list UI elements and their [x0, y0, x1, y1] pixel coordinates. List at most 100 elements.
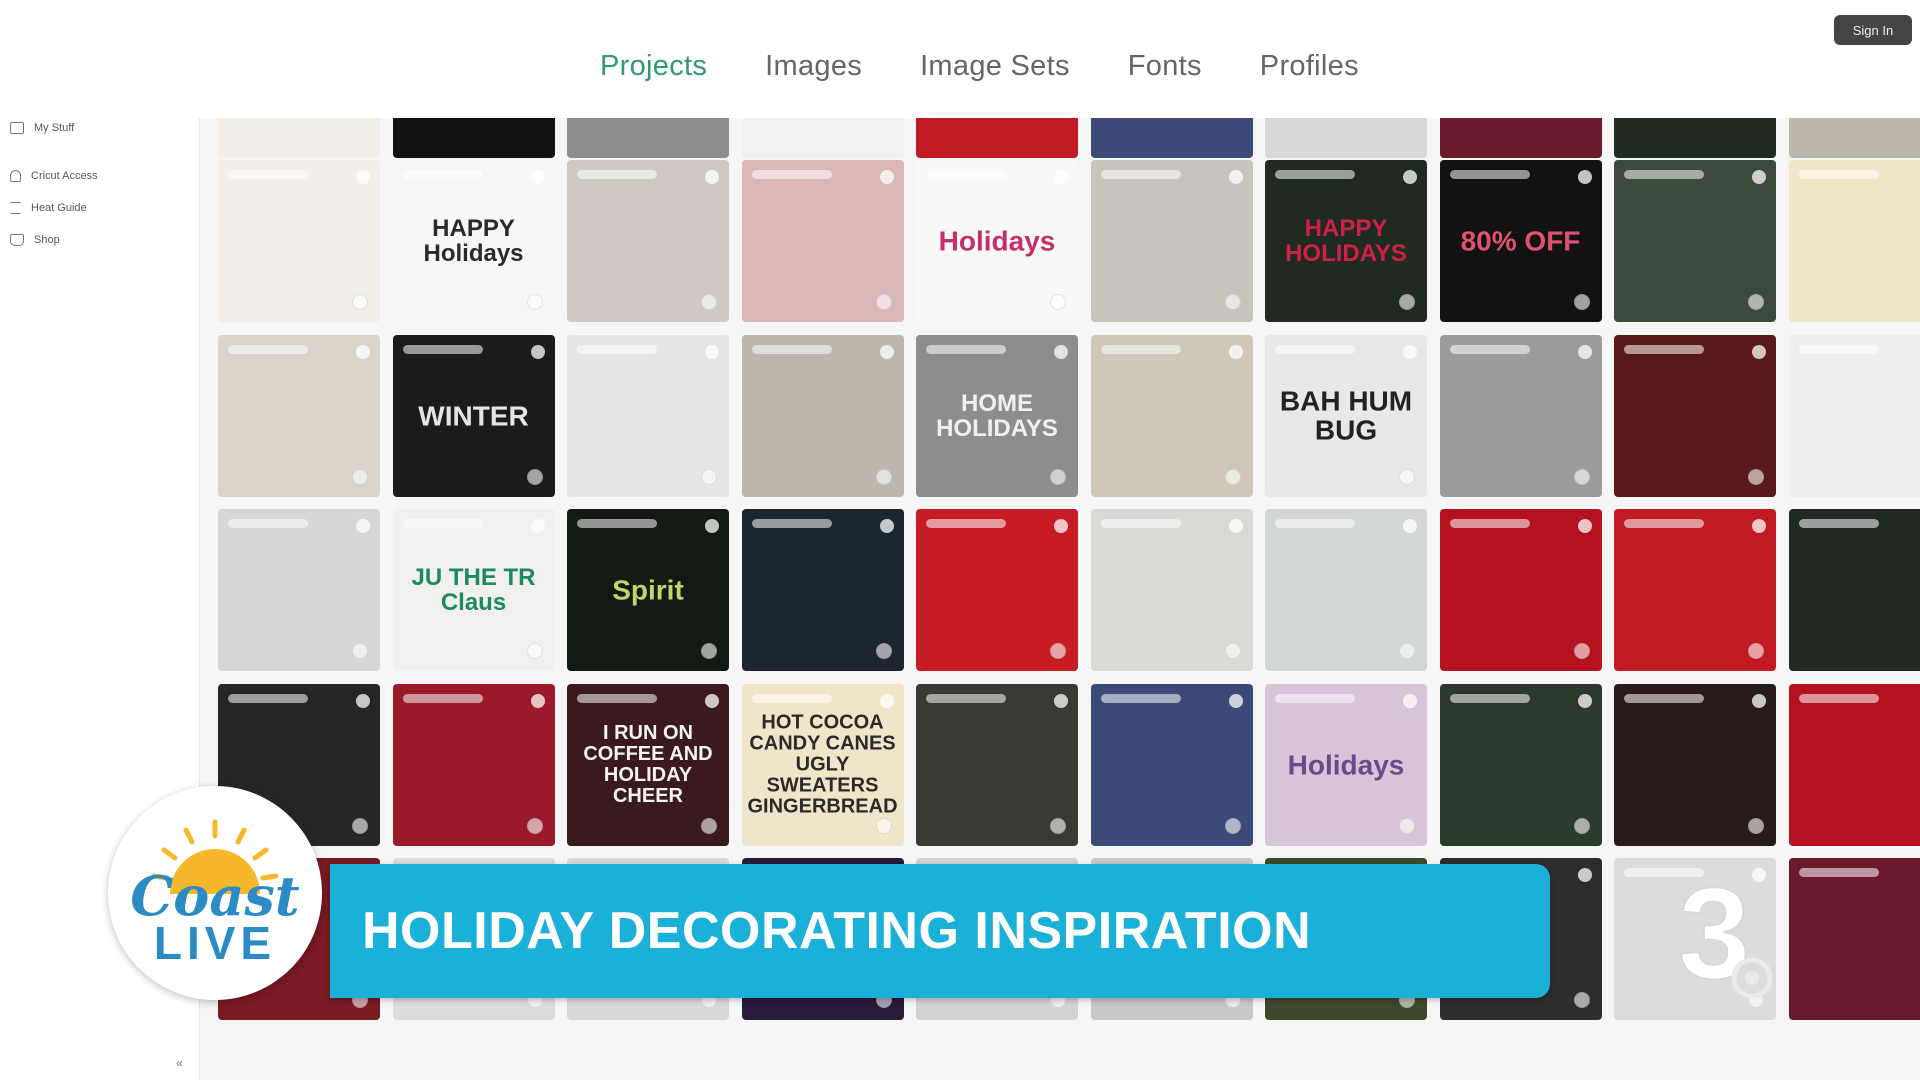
project-tile[interactable]: HAPPY HOLIDAYS	[1265, 160, 1427, 322]
project-tile[interactable]: Holidays	[1265, 683, 1427, 846]
project-tile-partial[interactable]	[1265, 118, 1427, 158]
info-icon[interactable]	[352, 468, 368, 485]
project-tile[interactable]	[916, 683, 1078, 846]
favorite-icon[interactable]	[705, 693, 719, 708]
info-icon[interactable]	[352, 643, 368, 659]
project-tile[interactable]	[1614, 334, 1776, 497]
project-tile[interactable]	[567, 334, 729, 497]
info-icon[interactable]	[526, 294, 543, 310]
info-icon[interactable]	[1573, 992, 1590, 1008]
info-icon[interactable]	[1399, 468, 1415, 485]
favorite-icon[interactable]	[1577, 170, 1592, 184]
project-tile[interactable]	[1090, 160, 1253, 322]
project-tile[interactable]	[1265, 509, 1427, 671]
project-tile[interactable]	[1090, 683, 1253, 846]
project-tile[interactable]: JU THE TR Claus	[392, 509, 555, 671]
project-tile[interactable]	[1439, 509, 1602, 671]
tab-images[interactable]: Images	[765, 50, 862, 83]
favorite-icon[interactable]	[705, 170, 719, 184]
info-icon[interactable]	[875, 468, 892, 485]
project-tile[interactable]	[1439, 334, 1602, 497]
favorite-icon[interactable]	[530, 693, 545, 708]
favorite-icon[interactable]	[1228, 693, 1243, 708]
info-icon[interactable]	[526, 817, 543, 834]
sidebar-item-shop[interactable]: Shop	[10, 234, 60, 246]
project-tile[interactable]	[1614, 160, 1776, 322]
project-tile[interactable]: BAH HUM BUG	[1265, 334, 1427, 497]
project-tile[interactable]	[741, 509, 904, 671]
info-icon[interactable]	[1224, 817, 1241, 834]
favorite-icon[interactable]	[879, 344, 894, 359]
project-tile[interactable]	[1614, 683, 1776, 846]
project-tile[interactable]	[1090, 509, 1253, 671]
favorite-icon[interactable]	[1228, 170, 1243, 184]
favorite-icon[interactable]	[530, 170, 545, 184]
favorite-icon[interactable]	[879, 693, 894, 708]
project-tile[interactable]	[1788, 858, 1920, 1020]
info-icon[interactable]	[701, 294, 717, 310]
favorite-icon[interactable]	[1054, 170, 1068, 184]
info-icon[interactable]	[701, 468, 717, 485]
favorite-icon[interactable]	[1752, 170, 1766, 184]
project-tile[interactable]	[741, 334, 904, 497]
project-tile[interactable]: HOT COCOA CANDY CANES UGLY SWEATERS GING…	[741, 683, 904, 846]
project-tile[interactable]	[567, 160, 729, 322]
project-tile[interactable]	[1788, 683, 1920, 846]
favorite-icon[interactable]	[1403, 693, 1417, 708]
project-tile[interactable]: I RUN ON COFFEE AND HOLIDAY CHEER	[567, 683, 729, 846]
info-icon[interactable]	[526, 643, 543, 659]
project-tile[interactable]	[218, 334, 380, 497]
info-icon[interactable]	[1224, 643, 1241, 659]
favorite-icon[interactable]	[356, 693, 370, 708]
favorite-icon[interactable]	[1752, 693, 1766, 708]
favorite-icon[interactable]	[356, 170, 370, 184]
project-tile[interactable]	[1788, 160, 1920, 322]
favorite-icon[interactable]	[1054, 519, 1068, 533]
info-icon[interactable]	[1399, 643, 1415, 659]
favorite-icon[interactable]	[356, 519, 370, 533]
info-icon[interactable]	[526, 468, 543, 485]
project-tile-partial[interactable]	[1439, 118, 1602, 158]
favorite-icon[interactable]	[1228, 344, 1243, 359]
sidebar-item-cricut-access[interactable]: Cricut Access	[10, 170, 98, 182]
favorite-icon[interactable]	[705, 519, 719, 533]
favorite-icon[interactable]	[1403, 170, 1417, 184]
favorite-icon[interactable]	[1054, 693, 1068, 708]
project-tile[interactable]	[1090, 334, 1253, 497]
favorite-icon[interactable]	[1752, 519, 1766, 533]
info-icon[interactable]	[701, 817, 717, 834]
tab-projects[interactable]: Projects	[600, 50, 707, 83]
tab-fonts[interactable]: Fonts	[1128, 50, 1202, 83]
project-tile[interactable]	[218, 509, 380, 671]
favorite-icon[interactable]	[530, 519, 545, 533]
project-tile[interactable]	[741, 160, 904, 322]
info-icon[interactable]	[1224, 468, 1241, 485]
favorite-icon[interactable]	[1403, 519, 1417, 533]
info-icon[interactable]	[1050, 643, 1066, 659]
favorite-icon[interactable]	[1228, 519, 1243, 533]
project-tile-partial[interactable]	[218, 118, 380, 158]
project-tile[interactable]: Holidays	[916, 160, 1078, 322]
favorite-icon[interactable]	[879, 519, 894, 533]
tab-profiles[interactable]: Profiles	[1260, 50, 1359, 83]
favorite-icon[interactable]	[530, 344, 545, 359]
project-tile-partial[interactable]	[567, 118, 729, 158]
project-tile-partial[interactable]	[1788, 118, 1920, 158]
info-icon[interactable]	[1050, 294, 1066, 310]
project-tile-partial[interactable]	[1614, 118, 1776, 158]
project-tile-partial[interactable]	[1090, 118, 1253, 158]
info-icon[interactable]	[1573, 294, 1590, 310]
info-icon[interactable]	[875, 643, 892, 659]
project-tile[interactable]	[1788, 509, 1920, 671]
project-tile[interactable]	[916, 509, 1078, 671]
project-tile[interactable]: 80% OFF	[1439, 160, 1602, 322]
info-icon[interactable]	[1748, 468, 1764, 485]
project-tile[interactable]	[392, 683, 555, 846]
project-tile[interactable]	[1614, 509, 1776, 671]
favorite-icon[interactable]	[879, 170, 894, 184]
project-tile[interactable]	[218, 160, 380, 322]
info-icon[interactable]	[1748, 643, 1764, 659]
info-icon[interactable]	[1224, 294, 1241, 310]
project-tile[interactable]: Spirit	[567, 509, 729, 671]
project-tile[interactable]: WINTER	[392, 334, 555, 497]
